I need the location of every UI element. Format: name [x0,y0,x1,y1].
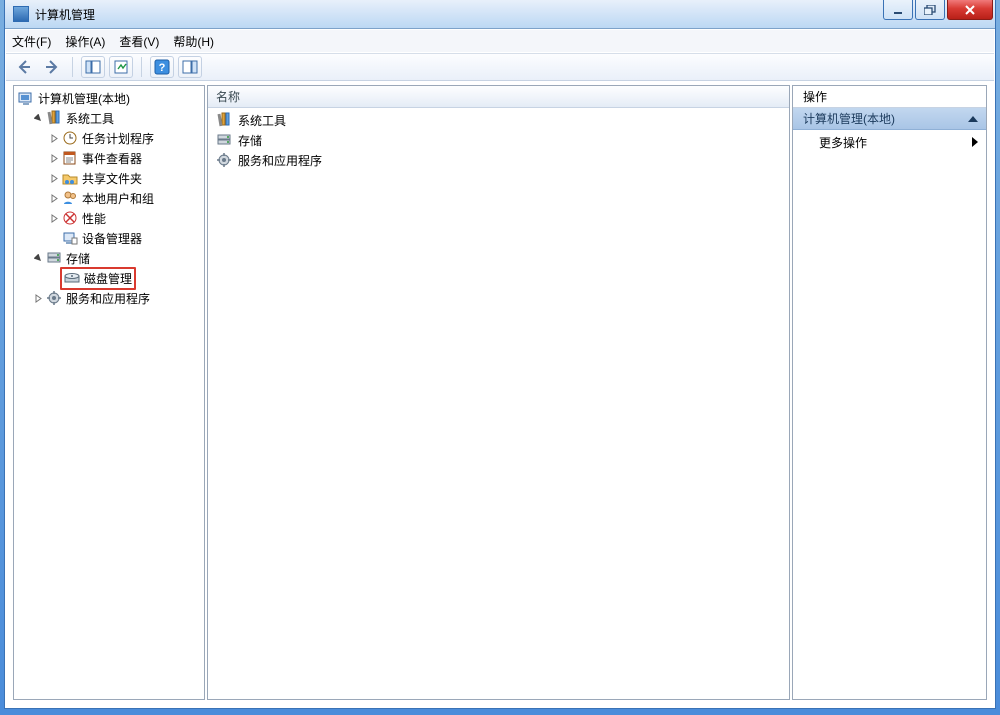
actions-header-label: 操作 [803,88,827,105]
menu-help[interactable]: 帮助(H) [173,33,214,50]
computer-icon [18,90,34,106]
minimize-button[interactable] [883,0,913,20]
tree-device-manager-label: 设备管理器 [82,230,142,247]
list-item-storage[interactable]: 存储 [208,130,789,150]
column-header-name[interactable]: 名称 [208,86,789,108]
menu-action[interactable]: 操作(A) [65,33,105,50]
maximize-restore-icon [924,5,936,15]
toolbar-forward-button[interactable] [40,56,64,78]
window-controls [883,0,993,20]
expander-expand-icon[interactable] [48,212,60,224]
expander-expand-icon[interactable] [48,152,60,164]
toolbar-properties-button[interactable] [109,56,133,78]
users-icon [62,190,78,206]
toolbar-help-button[interactable]: ? [150,56,174,78]
help-icon: ? [154,59,170,75]
tree-services-apps-label: 服务和应用程序 [66,290,150,307]
services-icon [46,290,62,306]
action-pane-icon [182,60,198,74]
expander-collapse-icon[interactable] [32,252,44,264]
tree-services-apps[interactable]: 服务和应用程序 [14,288,204,308]
tree-performance-label: 性能 [82,210,106,227]
menu-file[interactable]: 文件(F) [12,33,51,50]
disk-management-highlight: 磁盘管理 [60,267,136,290]
actions-panel: 操作 计算机管理(本地) 更多操作 [792,85,987,700]
tree-storage[interactable]: 存储 [14,248,204,268]
close-icon [964,5,976,15]
close-button[interactable] [947,0,993,20]
list-panel: 名称 系统工具 存储 服务和应用程序 [207,85,790,700]
system-tools-icon [216,112,232,128]
list-item-label: 存储 [238,132,262,149]
toolbar-separator [72,57,73,77]
actions-subheader-label: 计算机管理(本地) [803,110,895,127]
services-icon [216,152,232,168]
toolbar-showhide-tree-button[interactable] [81,56,105,78]
properties-icon [114,60,128,74]
performance-icon [62,210,78,226]
svg-text:?: ? [159,62,166,74]
tree-root-label: 计算机管理(本地) [38,90,130,107]
forward-arrow-icon [44,59,60,75]
tree-system-tools-label: 系统工具 [66,110,114,127]
tree-event-viewer-label: 事件查看器 [82,150,142,167]
toolbar-separator [141,57,142,77]
tree-task-scheduler-label: 任务计划程序 [82,130,154,147]
show-hide-tree-icon [85,60,101,74]
tree-disk-management-label: 磁盘管理 [84,270,132,287]
storage-icon [216,132,232,148]
expander-expand-icon[interactable] [48,172,60,184]
expander-expand-icon[interactable] [48,132,60,144]
expander-expand-icon[interactable] [48,192,60,204]
expander-collapse-icon[interactable] [32,112,44,124]
actions-subheader[interactable]: 计算机管理(本地) [793,108,986,130]
console-tree[interactable]: 计算机管理(本地) [14,86,204,699]
tree-root[interactable]: 计算机管理(本地) [14,88,204,108]
event-viewer-icon [62,150,78,166]
maximize-button[interactable] [915,0,945,20]
tree-storage-label: 存储 [66,250,90,267]
list-item-services-apps[interactable]: 服务和应用程序 [208,150,789,170]
titlebar[interactable]: 计算机管理 [5,0,995,29]
list-body[interactable]: 系统工具 存储 服务和应用程序 [208,108,789,699]
content-area: 计算机管理(本地) [13,85,987,700]
menu-view[interactable]: 查看(V) [119,33,159,50]
actions-header: 操作 [793,86,986,108]
list-item-label: 系统工具 [238,112,286,129]
collapse-up-icon [968,116,978,122]
disk-management-icon [64,270,80,286]
app-window: 计算机管理 文件(F) 操作(A) 查看(V) 帮助(H) [4,0,996,709]
shared-folder-icon [62,170,78,186]
clock-icon [62,130,78,146]
actions-more-actions[interactable]: 更多操作 [793,130,986,154]
tree-system-tools[interactable]: 系统工具 [14,108,204,128]
expander-expand-icon[interactable] [32,292,44,304]
device-manager-icon [62,230,78,246]
toolbar-show-action-pane-button[interactable] [178,56,202,78]
list-item-label: 服务和应用程序 [238,152,322,169]
app-icon [13,6,29,22]
tree-device-manager[interactable]: 设备管理器 [14,228,204,248]
menubar: 文件(F) 操作(A) 查看(V) 帮助(H) [6,30,994,52]
tree-panel: 计算机管理(本地) [13,85,205,700]
column-header-name-label: 名称 [216,88,240,105]
system-tools-icon [46,110,62,126]
minimize-icon [893,5,903,15]
actions-more-label: 更多操作 [819,134,867,151]
chevron-right-icon [972,137,978,147]
tree-event-viewer[interactable]: 事件查看器 [14,148,204,168]
window-title: 计算机管理 [35,6,95,23]
tree-local-users[interactable]: 本地用户和组 [14,188,204,208]
back-arrow-icon [16,59,32,75]
storage-icon [46,250,62,266]
toolbar-back-button[interactable] [12,56,36,78]
tree-shared-folders[interactable]: 共享文件夹 [14,168,204,188]
list-item-system-tools[interactable]: 系统工具 [208,110,789,130]
toolbar: ? [6,53,994,81]
tree-local-users-label: 本地用户和组 [82,190,154,207]
tree-performance[interactable]: 性能 [14,208,204,228]
tree-task-scheduler[interactable]: 任务计划程序 [14,128,204,148]
tree-shared-folders-label: 共享文件夹 [82,170,142,187]
tree-disk-management[interactable]: 磁盘管理 [14,268,204,288]
